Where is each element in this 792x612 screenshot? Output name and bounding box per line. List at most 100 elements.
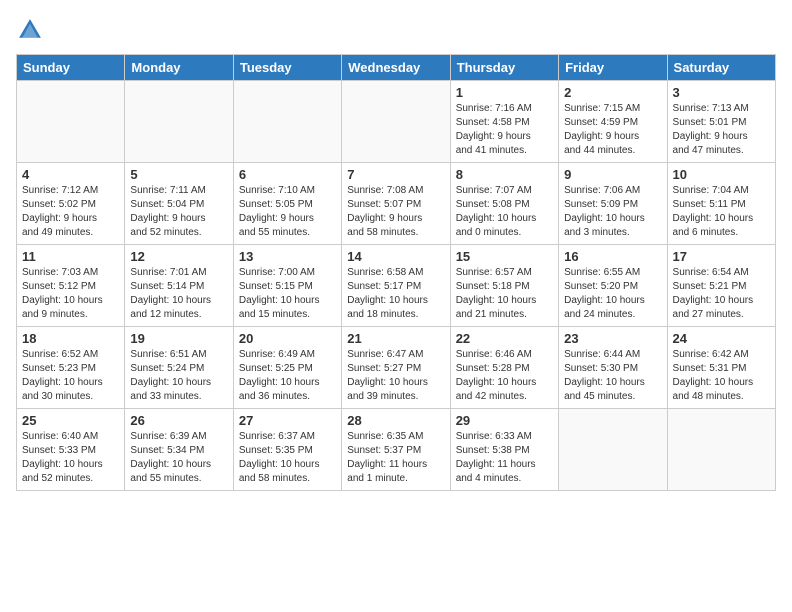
day-info: Sunrise: 6:51 AM Sunset: 5:24 PM Dayligh… bbox=[130, 348, 227, 404]
day-number: 25 bbox=[22, 413, 119, 428]
calendar-header-row: SundayMondayTuesdayWednesdayThursdayFrid… bbox=[17, 55, 776, 81]
day-number: 16 bbox=[564, 249, 661, 264]
calendar-cell: 16 Sunrise: 6:55 AM Sunset: 5:20 PM Dayli… bbox=[559, 245, 667, 327]
calendar-cell bbox=[233, 81, 341, 163]
weekday-header-friday: Friday bbox=[559, 55, 667, 81]
calendar-cell: 26 Sunrise: 6:39 AM Sunset: 5:34 PM Dayli… bbox=[125, 409, 233, 491]
calendar-week-5: 25 Sunrise: 6:40 AM Sunset: 5:33 PM Dayli… bbox=[17, 409, 776, 491]
day-info: Sunrise: 7:10 AM Sunset: 5:05 PM Dayligh… bbox=[239, 184, 336, 240]
day-number: 8 bbox=[456, 167, 553, 182]
calendar-cell: 11 Sunrise: 7:03 AM Sunset: 5:12 PM Dayli… bbox=[17, 245, 125, 327]
calendar-cell: 20Sunrise: 6:49 AM Sunset: 5:25 PM Dayli… bbox=[233, 327, 341, 409]
day-number: 20 bbox=[239, 331, 336, 346]
calendar-cell: 10Sunrise: 7:04 AM Sunset: 5:11 PM Dayli… bbox=[667, 163, 775, 245]
day-number: 9 bbox=[564, 167, 661, 182]
day-info: Sunrise: 7:01 AM Sunset: 5:14 PM Dayligh… bbox=[130, 266, 227, 322]
calendar-cell: 19Sunrise: 6:51 AM Sunset: 5:24 PM Dayli… bbox=[125, 327, 233, 409]
day-info: Sunrise: 7:12 AM Sunset: 5:02 PM Dayligh… bbox=[22, 184, 119, 240]
day-info: Sunrise: 6:46 AM Sunset: 5:28 PM Dayligh… bbox=[456, 348, 553, 404]
weekday-header-tuesday: Tuesday bbox=[233, 55, 341, 81]
day-info: Sunrise: 6:47 AM Sunset: 5:27 PM Dayligh… bbox=[347, 348, 444, 404]
day-info: Sunrise: 7:13 AM Sunset: 5:01 PM Dayligh… bbox=[673, 102, 770, 158]
day-number: 2 bbox=[564, 85, 661, 100]
calendar-cell: 5 Sunrise: 7:11 AM Sunset: 5:04 PM Daylig… bbox=[125, 163, 233, 245]
calendar-cell: 17 Sunrise: 6:54 AM Sunset: 5:21 PM Dayli… bbox=[667, 245, 775, 327]
day-info: Sunrise: 7:11 AM Sunset: 5:04 PM Dayligh… bbox=[130, 184, 227, 240]
calendar-cell: 24 Sunrise: 6:42 AM Sunset: 5:31 PM Dayli… bbox=[667, 327, 775, 409]
day-number: 24 bbox=[673, 331, 770, 346]
day-number: 11 bbox=[22, 249, 119, 264]
day-info: Sunrise: 7:06 AM Sunset: 5:09 PM Dayligh… bbox=[564, 184, 661, 240]
calendar-cell: 14 Sunrise: 6:58 AM Sunset: 5:17 PM Dayli… bbox=[342, 245, 450, 327]
day-info: Sunrise: 7:16 AM Sunset: 4:58 PM Dayligh… bbox=[456, 102, 553, 158]
day-number: 22 bbox=[456, 331, 553, 346]
day-number: 26 bbox=[130, 413, 227, 428]
calendar-cell: 9 Sunrise: 7:06 AM Sunset: 5:09 PM Daylig… bbox=[559, 163, 667, 245]
day-info: Sunrise: 6:58 AM Sunset: 5:17 PM Dayligh… bbox=[347, 266, 444, 322]
day-number: 28 bbox=[347, 413, 444, 428]
day-number: 17 bbox=[673, 249, 770, 264]
calendar-week-3: 11 Sunrise: 7:03 AM Sunset: 5:12 PM Dayli… bbox=[17, 245, 776, 327]
day-number: 23 bbox=[564, 331, 661, 346]
weekday-header-monday: Monday bbox=[125, 55, 233, 81]
day-info: Sunrise: 6:37 AM Sunset: 5:35 PM Dayligh… bbox=[239, 430, 336, 486]
day-info: Sunrise: 6:40 AM Sunset: 5:33 PM Dayligh… bbox=[22, 430, 119, 486]
day-info: Sunrise: 6:55 AM Sunset: 5:20 PM Dayligh… bbox=[564, 266, 661, 322]
weekday-header-saturday: Saturday bbox=[667, 55, 775, 81]
calendar-cell bbox=[342, 81, 450, 163]
calendar-cell: 1Sunrise: 7:16 AM Sunset: 4:58 PM Daylig… bbox=[450, 81, 558, 163]
calendar-cell: 8 Sunrise: 7:07 AM Sunset: 5:08 PM Daylig… bbox=[450, 163, 558, 245]
day-info: Sunrise: 7:07 AM Sunset: 5:08 PM Dayligh… bbox=[456, 184, 553, 240]
calendar-cell: 4 Sunrise: 7:12 AM Sunset: 5:02 PM Daylig… bbox=[17, 163, 125, 245]
calendar-cell: 3 Sunrise: 7:13 AM Sunset: 5:01 PM Daylig… bbox=[667, 81, 775, 163]
calendar-cell: 2 Sunrise: 7:15 AM Sunset: 4:59 PM Daylig… bbox=[559, 81, 667, 163]
day-number: 4 bbox=[22, 167, 119, 182]
calendar-week-1: 1Sunrise: 7:16 AM Sunset: 4:58 PM Daylig… bbox=[17, 81, 776, 163]
calendar-cell: 15Sunrise: 6:57 AM Sunset: 5:18 PM Dayli… bbox=[450, 245, 558, 327]
day-number: 14 bbox=[347, 249, 444, 264]
day-info: Sunrise: 6:52 AM Sunset: 5:23 PM Dayligh… bbox=[22, 348, 119, 404]
calendar-cell: 7 Sunrise: 7:08 AM Sunset: 5:07 PM Daylig… bbox=[342, 163, 450, 245]
calendar-cell: 22 Sunrise: 6:46 AM Sunset: 5:28 PM Dayli… bbox=[450, 327, 558, 409]
calendar-cell: 6 Sunrise: 7:10 AM Sunset: 5:05 PM Daylig… bbox=[233, 163, 341, 245]
day-number: 29 bbox=[456, 413, 553, 428]
day-number: 27 bbox=[239, 413, 336, 428]
calendar-cell: 12 Sunrise: 7:01 AM Sunset: 5:14 PM Dayli… bbox=[125, 245, 233, 327]
day-number: 13 bbox=[239, 249, 336, 264]
day-info: Sunrise: 7:00 AM Sunset: 5:15 PM Dayligh… bbox=[239, 266, 336, 322]
calendar-cell: 18Sunrise: 6:52 AM Sunset: 5:23 PM Dayli… bbox=[17, 327, 125, 409]
day-info: Sunrise: 6:33 AM Sunset: 5:38 PM Dayligh… bbox=[456, 430, 553, 486]
day-info: Sunrise: 7:03 AM Sunset: 5:12 PM Dayligh… bbox=[22, 266, 119, 322]
day-number: 12 bbox=[130, 249, 227, 264]
day-info: Sunrise: 7:15 AM Sunset: 4:59 PM Dayligh… bbox=[564, 102, 661, 158]
page-header bbox=[16, 16, 776, 44]
calendar-cell: 23Sunrise: 6:44 AM Sunset: 5:30 PM Dayli… bbox=[559, 327, 667, 409]
weekday-header-wednesday: Wednesday bbox=[342, 55, 450, 81]
calendar-cell: 13 Sunrise: 7:00 AM Sunset: 5:15 PM Dayli… bbox=[233, 245, 341, 327]
calendar-cell: 25 Sunrise: 6:40 AM Sunset: 5:33 PM Dayli… bbox=[17, 409, 125, 491]
day-number: 21 bbox=[347, 331, 444, 346]
calendar-cell bbox=[125, 81, 233, 163]
day-number: 3 bbox=[673, 85, 770, 100]
calendar-cell: 27 Sunrise: 6:37 AM Sunset: 5:35 PM Dayli… bbox=[233, 409, 341, 491]
weekday-header-sunday: Sunday bbox=[17, 55, 125, 81]
day-info: Sunrise: 6:35 AM Sunset: 5:37 PM Dayligh… bbox=[347, 430, 444, 486]
day-number: 15 bbox=[456, 249, 553, 264]
day-info: Sunrise: 6:39 AM Sunset: 5:34 PM Dayligh… bbox=[130, 430, 227, 486]
day-number: 5 bbox=[130, 167, 227, 182]
calendar-cell: 21 Sunrise: 6:47 AM Sunset: 5:27 PM Dayli… bbox=[342, 327, 450, 409]
day-number: 6 bbox=[239, 167, 336, 182]
calendar-cell bbox=[17, 81, 125, 163]
logo bbox=[16, 16, 48, 44]
calendar-table: SundayMondayTuesdayWednesdayThursdayFrid… bbox=[16, 54, 776, 491]
day-number: 10 bbox=[673, 167, 770, 182]
weekday-header-thursday: Thursday bbox=[450, 55, 558, 81]
calendar-week-4: 18Sunrise: 6:52 AM Sunset: 5:23 PM Dayli… bbox=[17, 327, 776, 409]
day-number: 7 bbox=[347, 167, 444, 182]
calendar-cell bbox=[559, 409, 667, 491]
calendar-week-2: 4 Sunrise: 7:12 AM Sunset: 5:02 PM Daylig… bbox=[17, 163, 776, 245]
calendar-cell bbox=[667, 409, 775, 491]
day-info: Sunrise: 6:42 AM Sunset: 5:31 PM Dayligh… bbox=[673, 348, 770, 404]
day-info: Sunrise: 7:08 AM Sunset: 5:07 PM Dayligh… bbox=[347, 184, 444, 240]
day-info: Sunrise: 6:54 AM Sunset: 5:21 PM Dayligh… bbox=[673, 266, 770, 322]
